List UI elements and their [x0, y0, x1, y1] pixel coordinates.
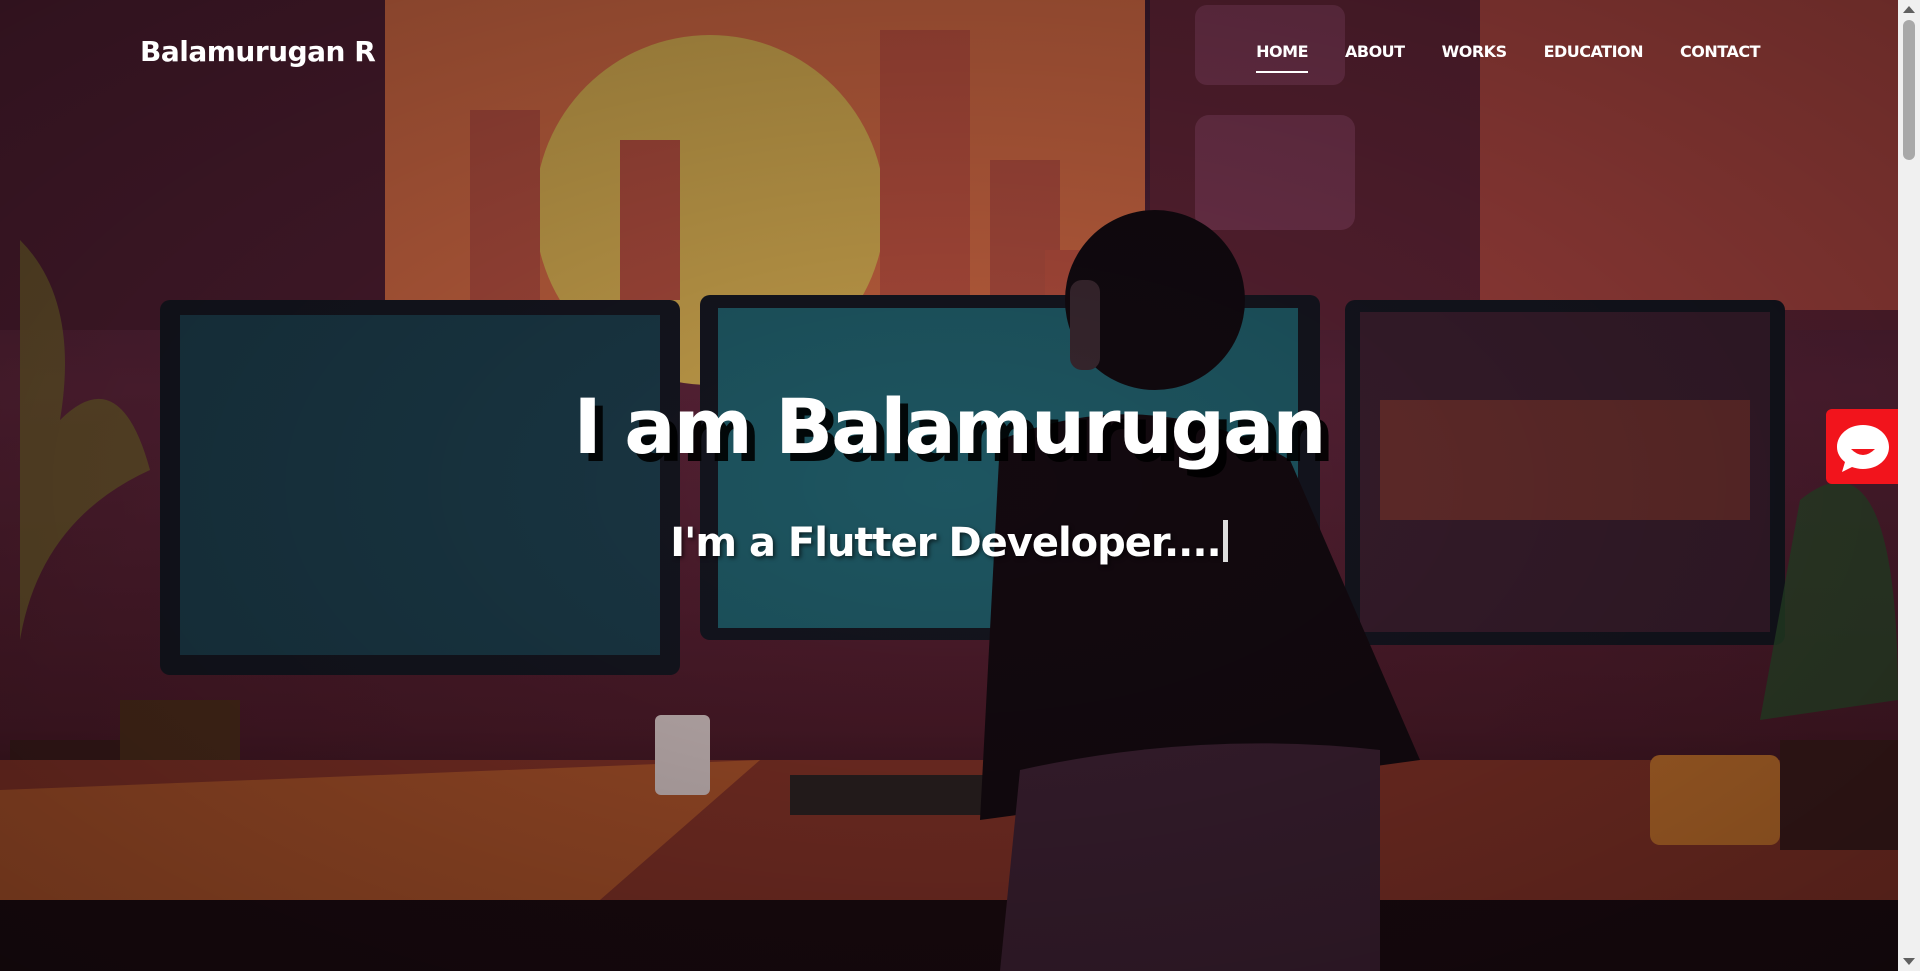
chat-widget-button[interactable] — [1826, 409, 1900, 484]
nav-menu: HOME ABOUT WORKS EDUCATION CONTACT — [1219, 42, 1760, 73]
nav-item-works[interactable]: WORKS — [1442, 42, 1508, 61]
navbar: Balamurugan R HOME ABOUT WORKS EDUCATION… — [0, 0, 1898, 110]
scroll-up-arrow-icon[interactable] — [1903, 6, 1915, 13]
hero-typed-subtitle: I'm a Flutter Developer.... — [0, 520, 1898, 566]
typing-cursor — [1222, 520, 1228, 562]
scrollbar-thumb[interactable] — [1903, 20, 1915, 160]
nav-item-about[interactable]: ABOUT — [1345, 42, 1405, 61]
brand-logo[interactable]: Balamurugan R — [140, 35, 376, 68]
dark-overlay — [0, 0, 1898, 971]
scroll-down-arrow-icon[interactable] — [1903, 958, 1915, 965]
nav-item-home[interactable]: HOME — [1256, 42, 1308, 73]
hero-section: Balamurugan R HOME ABOUT WORKS EDUCATION… — [0, 0, 1898, 971]
chat-bubble-icon — [1837, 425, 1889, 472]
hero-headline: I am Balamurugan — [573, 382, 1327, 471]
page-scrollbar[interactable] — [1898, 0, 1920, 971]
nav-item-education[interactable]: EDUCATION — [1544, 42, 1644, 61]
typed-text: I'm a Flutter Developer.... — [670, 520, 1221, 566]
nav-item-contact[interactable]: CONTACT — [1680, 42, 1760, 61]
